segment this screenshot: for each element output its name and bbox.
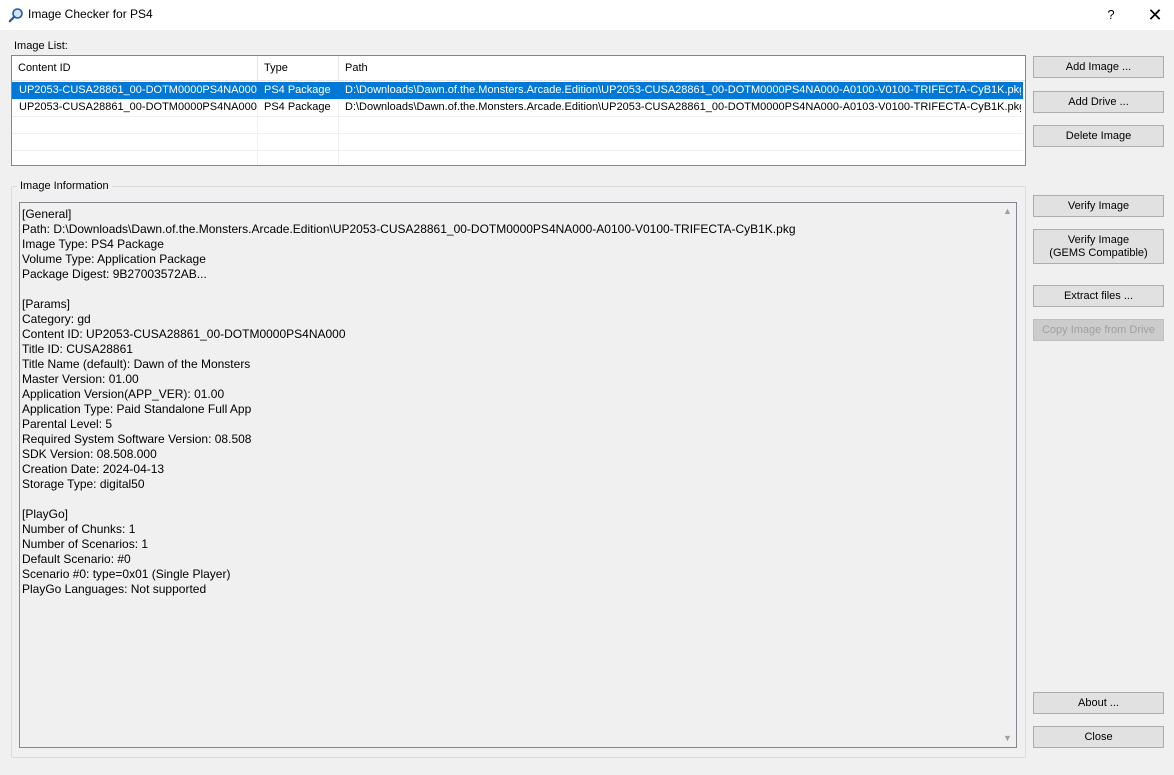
info-line: Number of Chunks: 1 <box>22 522 136 536</box>
info-line: SDK Version: 08.508.000 <box>22 447 157 461</box>
info-line: Title Name (default): Dawn of the Monste… <box>22 357 251 371</box>
info-line: [General] <box>22 207 72 221</box>
row-path: D:\Downloads\Dawn.of.the.Monsters.Arcade… <box>345 84 1021 96</box>
info-line: Default Scenario: #0 <box>22 552 131 566</box>
add-image-button[interactable]: Add Image ... <box>1033 56 1164 78</box>
info-line: Application Version(APP_VER): 01.00 <box>22 387 225 401</box>
column-header-path[interactable]: Path <box>339 56 1025 80</box>
image-information-label: Image Information <box>17 180 112 192</box>
table-row[interactable]: UP2053-CUSA28861_00-DOTM0000PS4NA000 PS4… <box>12 99 1023 117</box>
delete-image-button[interactable]: Delete Image <box>1033 125 1164 147</box>
row-path: D:\Downloads\Dawn.of.the.Monsters.Arcade… <box>345 101 1021 113</box>
column-header-type[interactable]: Type <box>258 56 339 80</box>
add-drive-button[interactable]: Add Drive ... <box>1033 91 1164 113</box>
info-line: Storage Type: digital50 <box>22 477 145 491</box>
info-line: Path: D:\Downloads\Dawn.of.the.Monsters.… <box>22 222 796 236</box>
about-button[interactable]: About ... <box>1033 692 1164 714</box>
verify-image-gems-button[interactable]: Verify Image (GEMS Compatible) <box>1033 229 1164 264</box>
copy-image-from-drive-button[interactable]: Copy Image from Drive <box>1033 319 1164 341</box>
info-line <box>22 492 796 507</box>
magnifier-icon <box>8 8 23 23</box>
scroll-up-icon[interactable]: ▲ <box>999 203 1016 220</box>
info-line: Title ID: CUSA28861 <box>22 342 133 356</box>
window-close-button[interactable]: ✕ <box>1140 0 1170 30</box>
empty-row <box>12 150 1023 168</box>
info-line: Image Type: PS4 Package <box>22 237 164 251</box>
column-header-content-id[interactable]: Content ID <box>12 56 258 80</box>
row-type: PS4 Package <box>264 84 331 96</box>
info-line: [PlayGo] <box>22 507 69 521</box>
info-line: Master Version: 01.00 <box>22 372 139 386</box>
help-button[interactable]: ? <box>1098 0 1124 30</box>
close-button[interactable]: Close <box>1033 726 1164 748</box>
empty-row <box>12 133 1023 151</box>
info-line: Required System Software Version: 08.508 <box>22 432 252 446</box>
image-information-textbox[interactable]: [General] Path: D:\Downloads\Dawn.of.the.… <box>19 202 1017 748</box>
row-content-id: UP2053-CUSA28861_00-DOTM0000PS4NA000 <box>19 84 257 96</box>
image-list-header: Content ID Type Path <box>12 56 1025 81</box>
info-line: Category: gd <box>22 312 91 326</box>
window-title: Image Checker for PS4 <box>28 7 153 21</box>
image-list[interactable]: Content ID Type Path UP2053-CUSA28861_00… <box>11 55 1026 168</box>
info-line: Number of Scenarios: 1 <box>22 537 149 551</box>
info-line: Package Digest: 9B27003572AB... <box>22 267 207 281</box>
info-line <box>22 282 796 297</box>
info-line: Creation Date: 2024-04-13 <box>22 462 165 476</box>
verify-gems-label-line2: (GEMS Compatible) <box>1049 247 1148 259</box>
info-line: Volume Type: Application Package <box>22 252 206 266</box>
info-line: PlayGo Languages: Not supported <box>22 582 207 596</box>
info-line: [Params] <box>22 297 71 311</box>
info-line: Scenario #0: type=0x01 (Single Player) <box>22 567 231 581</box>
image-information-text: [General] Path: D:\Downloads\Dawn.of.the.… <box>22 207 796 597</box>
title-bar: Image Checker for PS4 ? ✕ <box>0 0 1174 30</box>
info-line: Parental Level: 5 <box>22 417 113 431</box>
info-line: Content ID: UP2053-CUSA28861_00-DOTM0000… <box>22 327 346 341</box>
verify-image-button[interactable]: Verify Image <box>1033 195 1164 217</box>
image-list-label: Image List: <box>14 40 68 52</box>
extract-files-button[interactable]: Extract files ... <box>1033 285 1164 307</box>
row-content-id: UP2053-CUSA28861_00-DOTM0000PS4NA000 <box>19 101 257 113</box>
info-line: Application Type: Paid Standalone Full A… <box>22 402 252 416</box>
verify-gems-label-line1: Verify Image <box>1067 234 1130 246</box>
empty-row <box>12 116 1023 134</box>
scroll-down-icon[interactable]: ▼ <box>999 730 1016 747</box>
vertical-scrollbar[interactable]: ▲ ▼ <box>999 203 1016 747</box>
table-row[interactable]: UP2053-CUSA28861_00-DOTM0000PS4NA000 PS4… <box>12 82 1023 100</box>
row-type: PS4 Package <box>264 101 331 113</box>
